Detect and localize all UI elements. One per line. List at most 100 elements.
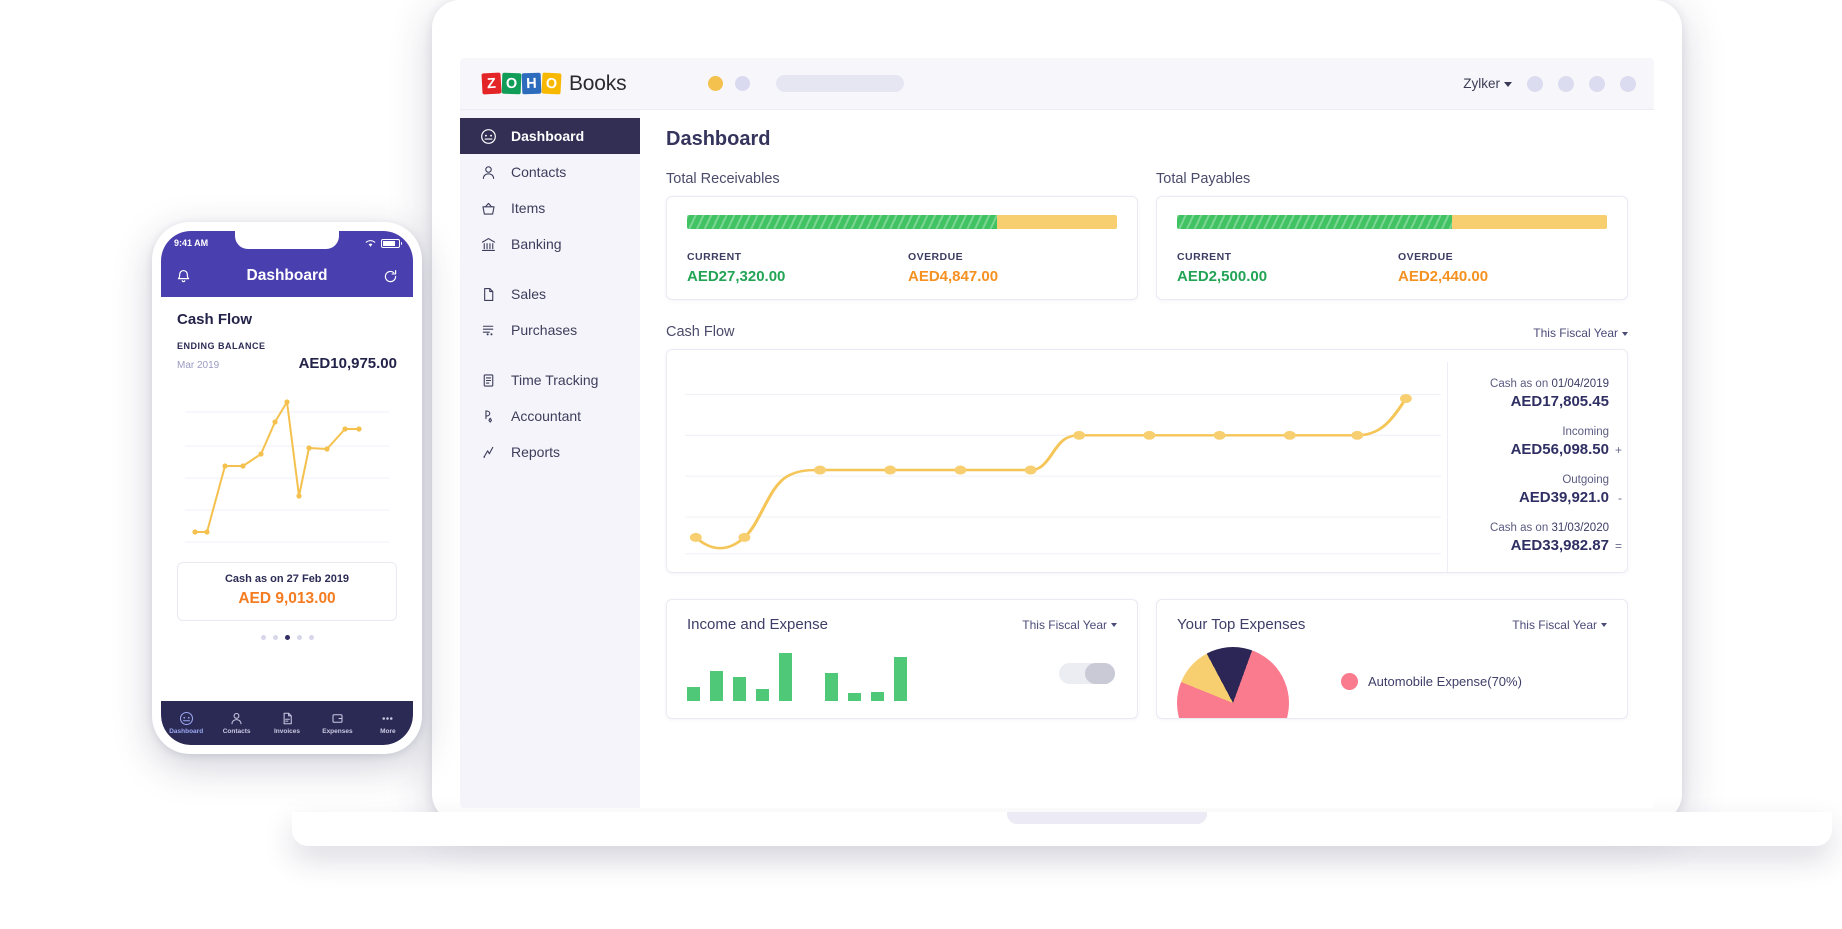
payables-overdue-block: OVERDUE AED2,440.00 <box>1392 251 1607 285</box>
phone-chart-svg <box>177 386 397 554</box>
phone-tab-label: Contacts <box>211 728 261 735</box>
laptop-screen: Z O H O Books Zylker <box>460 58 1654 808</box>
sidebar-item-contacts[interactable]: Contacts <box>460 154 640 190</box>
receivables-progress-bar <box>687 215 1117 229</box>
invoice-icon <box>480 286 497 303</box>
phone-tab-label: Dashboard <box>161 728 211 735</box>
cashflow-period-selector[interactable]: This Fiscal Year <box>1533 326 1628 340</box>
cashflow-title: Cash Flow <box>666 324 735 340</box>
wallet-icon <box>330 711 345 726</box>
income-expense-period-selector[interactable]: This Fiscal Year <box>1022 618 1117 632</box>
page-title: Dashboard <box>666 128 1628 151</box>
refresh-icon[interactable] <box>382 268 399 285</box>
app-body: Dashboard Contacts Items <box>460 110 1654 808</box>
sidebar-item-items[interactable]: Items <box>460 190 640 226</box>
organization-switcher[interactable]: Zylker <box>1463 76 1512 91</box>
phone-tab-invoices[interactable]: Invoices <box>262 711 312 735</box>
phone-tab-label: Invoices <box>262 728 312 735</box>
total-receivables-card: CURRENT AED27,320.00 OVERDUE AED4,847.00 <box>666 196 1138 300</box>
sidebar-item-dashboard[interactable]: Dashboard <box>460 118 640 154</box>
phone-tab-expenses[interactable]: Expenses <box>312 711 362 735</box>
cashflow-chart-svg <box>685 372 1441 566</box>
phone-status-bar: 9:41 AM <box>161 231 413 255</box>
document-icon <box>280 711 295 726</box>
topbar-quick-actions <box>708 75 904 92</box>
receivables-overdue-label: OVERDUE <box>908 251 1117 263</box>
logo-tile-h: H <box>522 73 542 95</box>
receivables-overdue-block: OVERDUE AED4,847.00 <box>902 251 1117 285</box>
phone-tab-contacts[interactable]: Contacts <box>211 711 261 735</box>
payables-progress-bar <box>1177 215 1607 229</box>
quick-action-lavender-icon[interactable] <box>735 76 750 91</box>
bar <box>848 693 861 701</box>
person-icon <box>480 164 497 181</box>
summary-cards-row: Total Receivables CURRENT AED27,320.0 <box>666 171 1628 300</box>
status-indicators <box>365 239 400 248</box>
phone-tab-more[interactable]: More <box>363 711 413 735</box>
avatar[interactable] <box>1620 76 1636 92</box>
carousel-dot-active[interactable] <box>285 635 290 640</box>
payables-overdue-label: OVERDUE <box>1398 251 1607 263</box>
topbar-icon-1[interactable] <box>1527 76 1543 92</box>
carousel-dot[interactable] <box>273 635 278 640</box>
bell-icon[interactable] <box>175 268 192 285</box>
sidebar-item-label: Contacts <box>511 164 566 180</box>
bar <box>756 689 769 701</box>
sidebar-item-accountant[interactable]: Accountant <box>460 398 640 434</box>
sidebar-item-time-tracking[interactable]: Time Tracking <box>460 362 640 398</box>
phone-header-title: Dashboard <box>247 267 328 285</box>
sidebar-item-label: Banking <box>511 236 562 252</box>
sidebar-item-label: Reports <box>511 444 560 460</box>
cashflow-incoming-group: Incoming AED56,098.50 + <box>1458 426 1609 458</box>
bar <box>779 653 792 701</box>
quick-action-amber-icon[interactable] <box>708 76 723 91</box>
top-expenses-period-selector[interactable]: This Fiscal Year <box>1512 618 1607 632</box>
sidebar-item-label: Items <box>511 200 545 216</box>
ellipsis-icon <box>380 711 395 726</box>
income-expense-card: Income and Expense This Fiscal Year <box>666 599 1138 719</box>
receivables-current-segment <box>687 215 997 229</box>
cashflow-period-label: This Fiscal Year <box>1533 326 1618 340</box>
app-topbar: Z O H O Books Zylker <box>460 58 1654 110</box>
cashflow-line-path <box>696 399 1406 549</box>
cashflow-outgoing-value: AED39,921.0 <box>1458 489 1609 506</box>
sidebar-item-banking[interactable]: Banking <box>460 226 640 262</box>
payables-current-label: CURRENT <box>1177 251 1392 263</box>
sidebar-item-sales[interactable]: Sales <box>460 276 640 312</box>
carousel-dot[interactable] <box>261 635 266 640</box>
chart-gridlines <box>685 394 1441 553</box>
cashflow-line-chart <box>667 362 1447 572</box>
top-expenses-period-label: This Fiscal Year <box>1512 618 1597 632</box>
cashflow-incoming-operator: + <box>1615 443 1622 457</box>
sidebar: Dashboard Contacts Items <box>460 110 640 808</box>
sidebar-item-reports[interactable]: Reports <box>460 434 640 470</box>
phone-tab-dashboard[interactable]: Dashboard <box>161 711 211 735</box>
topbar-icon-3[interactable] <box>1589 76 1605 92</box>
income-expense-bars <box>687 649 1117 701</box>
income-expense-toggle[interactable] <box>1059 663 1115 684</box>
legend-color-swatch <box>1341 673 1358 690</box>
phone-screen: 9:41 AM Dashboard Cash Flow ENDING BALAN… <box>161 231 413 745</box>
carousel-dot[interactable] <box>297 635 302 640</box>
chevron-down-icon <box>1111 623 1117 627</box>
phone-device: 9:41 AM Dashboard Cash Flow ENDING BALAN… <box>152 222 422 754</box>
top-expenses-card: Your Top Expenses This Fiscal Year Autom… <box>1156 599 1628 719</box>
carousel-dot[interactable] <box>309 635 314 640</box>
phone-ending-balance-label: ENDING BALANCE <box>177 341 397 351</box>
logo-tile-z: Z <box>481 73 501 95</box>
product-name: Books <box>569 72 626 96</box>
cashflow-incoming-label: Incoming <box>1458 426 1609 438</box>
timesheet-icon <box>480 372 497 389</box>
top-expenses-header: Your Top Expenses This Fiscal Year <box>1177 616 1607 633</box>
reports-icon <box>480 444 497 461</box>
zoho-books-logo[interactable]: Z O H O Books <box>482 72 626 96</box>
topbar-icon-2[interactable] <box>1558 76 1574 92</box>
cashflow-closing-operator: = <box>1615 539 1622 553</box>
search-input[interactable] <box>776 75 904 92</box>
phone-balance-row: Mar 2019 AED10,975.00 <box>177 355 397 372</box>
bar <box>710 671 723 701</box>
sidebar-item-label: Accountant <box>511 408 581 424</box>
cashflow-closing-label: Cash as on 31/03/2020 <box>1458 522 1609 534</box>
phone-cash-value: AED 9,013.00 <box>178 590 396 608</box>
sidebar-item-purchases[interactable]: Purchases <box>460 312 640 348</box>
